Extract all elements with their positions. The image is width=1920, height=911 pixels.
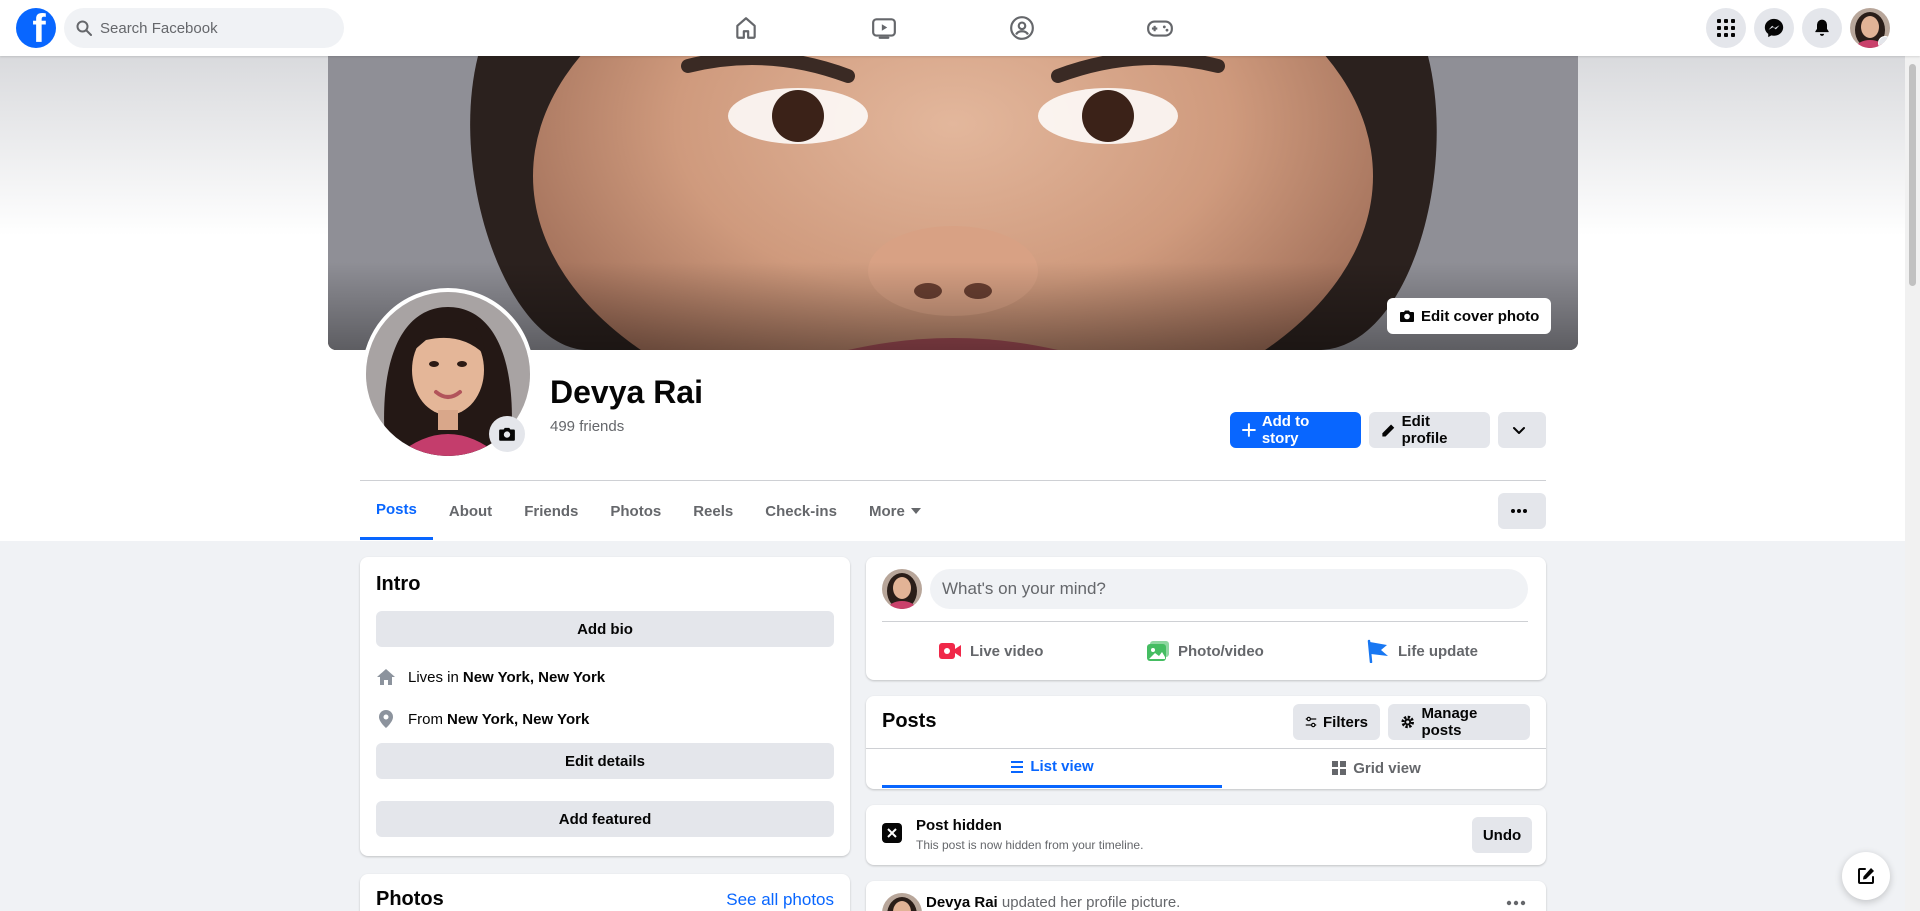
- life-update-button[interactable]: Life update: [1366, 631, 1478, 671]
- location-pin-icon: [379, 710, 393, 728]
- from-row: From New York, New York: [376, 709, 589, 729]
- profile-name: Devya Rai: [550, 374, 703, 410]
- profile-options-dropdown-button[interactable]: [1498, 412, 1546, 448]
- flag-icon: [1367, 639, 1388, 663]
- profile-tabs: Posts About Friends Photos Reels Check-i…: [360, 482, 937, 540]
- pencil-icon: [1382, 424, 1395, 436]
- search-icon: [76, 20, 92, 36]
- facebook-logo-icon[interactable]: f: [16, 8, 56, 48]
- friends-count[interactable]: 499 friends: [550, 418, 624, 435]
- grid-view-tab[interactable]: Grid view: [1222, 748, 1530, 788]
- filters-icon: [1305, 716, 1317, 728]
- undo-button[interactable]: Undo: [1472, 817, 1532, 853]
- edit-profile-label: Edit profile: [1401, 413, 1448, 447]
- top-navigation-bar: f: [0, 0, 1920, 56]
- intro-title: Intro: [376, 573, 421, 595]
- home-icon: [377, 669, 395, 685]
- whats-on-your-mind-input[interactable]: [930, 569, 1528, 609]
- photo-icon: [1147, 641, 1169, 661]
- gear-icon: [1401, 715, 1414, 729]
- ellipsis-icon: [1511, 509, 1527, 513]
- intro-card: Intro Add bio Lives in New York, New York…: [360, 557, 850, 856]
- post-composer-card: Live video Photo/video Life update: [866, 557, 1546, 680]
- plus-icon: [1242, 423, 1256, 437]
- account-avatar[interactable]: [1850, 8, 1890, 48]
- post-hidden-title: Post hidden: [916, 817, 1002, 834]
- photos-title: Photos: [376, 888, 444, 910]
- search-box[interactable]: [64, 8, 344, 48]
- tab-about[interactable]: About: [433, 482, 508, 540]
- manage-posts-button[interactable]: Manage posts: [1388, 704, 1530, 740]
- messenger-icon[interactable]: [1754, 8, 1794, 48]
- photos-card: Photos See all photos: [360, 874, 850, 911]
- add-to-story-button[interactable]: Add to story: [1230, 412, 1361, 448]
- see-all-photos-link[interactable]: See all photos: [726, 890, 834, 910]
- post-options-icon[interactable]: [1506, 893, 1526, 911]
- more-options-button[interactable]: [1498, 493, 1546, 529]
- tab-friends[interactable]: Friends: [508, 482, 594, 540]
- tab-photos[interactable]: Photos: [594, 482, 677, 540]
- composer-avatar[interactable]: [882, 569, 922, 609]
- gaming-icon[interactable]: [1140, 8, 1180, 48]
- video-icon[interactable]: [864, 8, 904, 48]
- compose-icon: [1858, 868, 1874, 884]
- live-video-icon: [939, 643, 961, 659]
- list-icon: [1011, 760, 1024, 773]
- filters-button[interactable]: Filters: [1293, 704, 1380, 740]
- add-featured-button[interactable]: Add featured: [376, 801, 834, 837]
- notifications-icon[interactable]: [1802, 8, 1842, 48]
- add-bio-button[interactable]: Add bio: [376, 611, 834, 647]
- header-divider: [360, 480, 1546, 481]
- post-author-name[interactable]: Devya Rai: [926, 894, 998, 911]
- scrollbar-thumb[interactable]: [1909, 64, 1916, 286]
- edit-details-button[interactable]: Edit details: [376, 743, 834, 779]
- camera-icon: [1400, 310, 1414, 322]
- home-icon[interactable]: [726, 8, 766, 48]
- grid-icon: [1332, 761, 1347, 775]
- post-hidden-subtitle: This post is now hidden from your timeli…: [916, 838, 1144, 852]
- menu-grid-icon[interactable]: [1706, 8, 1746, 48]
- new-message-button[interactable]: [1842, 852, 1890, 900]
- chevron-down-icon: [1878, 36, 1890, 48]
- hidden-x-icon: [882, 823, 902, 843]
- composer-divider: [882, 621, 1528, 622]
- posts-header-card: Posts Filters Manage posts List view Gri…: [866, 696, 1546, 789]
- edit-profile-button[interactable]: Edit profile: [1369, 412, 1490, 448]
- post-card: Devya Rai updated her profile picture.: [866, 881, 1546, 911]
- tab-more[interactable]: More: [853, 482, 937, 540]
- post-hidden-card: Post hidden This post is now hidden from…: [866, 805, 1546, 865]
- update-profile-picture-button[interactable]: [489, 416, 525, 452]
- edit-cover-photo-button[interactable]: Edit cover photo: [1387, 298, 1552, 334]
- live-video-button[interactable]: Live video: [938, 631, 1043, 671]
- edit-cover-photo-label: Edit cover photo: [1421, 307, 1540, 325]
- groups-icon[interactable]: [1002, 8, 1042, 48]
- lives-in-row: Lives in New York, New York: [376, 667, 605, 687]
- post-action-text: updated her profile picture.: [1001, 894, 1181, 911]
- add-to-story-label: Add to story: [1261, 413, 1310, 447]
- tab-posts[interactable]: Posts: [360, 482, 433, 540]
- photo-video-button[interactable]: Photo/video: [1146, 631, 1264, 671]
- tab-reels[interactable]: Reels: [677, 482, 749, 540]
- chevron-down-icon: [1513, 427, 1525, 434]
- post-author-line: Devya Rai updated her profile picture.: [926, 894, 1180, 911]
- list-view-tab[interactable]: List view: [882, 748, 1222, 788]
- tab-check-ins[interactable]: Check-ins: [749, 482, 853, 540]
- caret-down-icon: [910, 508, 921, 514]
- search-input[interactable]: [100, 19, 320, 37]
- posts-title: Posts: [882, 710, 937, 732]
- camera-icon: [499, 427, 515, 441]
- post-author-avatar[interactable]: [882, 893, 922, 911]
